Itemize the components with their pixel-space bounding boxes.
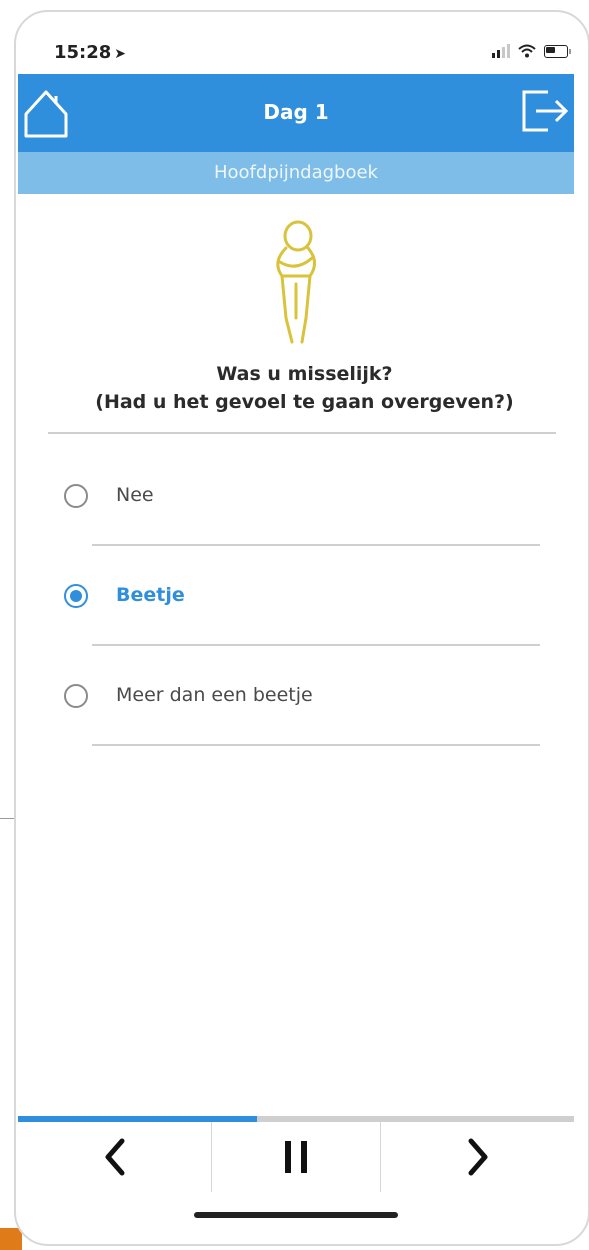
next-button[interactable] [380,1122,574,1192]
radio-meer[interactable] [64,684,88,708]
status-icons [492,44,571,58]
option-divider [92,744,540,746]
location-icon: ➤ [114,46,127,62]
question-line-1: Was u misselijk? [216,363,393,385]
chevron-left-icon [105,1138,124,1176]
pause-icon [285,1141,307,1173]
wifi-icon [518,44,536,58]
option-beetje[interactable]: Beetje [60,568,560,628]
app-header: Dag 1 [18,74,574,152]
option-nee[interactable]: Nee [60,468,560,528]
option-label-meer: Meer dan een beetje [116,684,313,706]
exit-icon[interactable] [518,86,572,136]
chevron-right-icon [468,1138,487,1176]
option-label-beetje: Beetje [116,584,185,606]
question-text: Was u misselijk? (Had u het gevoel te ga… [40,360,569,416]
home-indicator [194,1212,398,1218]
signal-icon [492,44,510,58]
option-label-nee: Nee [116,484,154,506]
option-meer[interactable]: Meer dan een beetje [60,668,560,728]
battery-icon [544,44,571,58]
nauseous-person-icon [276,220,316,344]
radio-beetje[interactable] [64,584,88,608]
bottom-nav [18,1122,574,1192]
status-time: 15:28 ➤ [54,42,126,63]
option-divider [92,644,540,646]
previous-button[interactable] [18,1122,211,1192]
clock: 15:28 [54,42,112,63]
phone-frame: 15:28 ➤ [14,10,589,1246]
page-title: Dag 1 [263,100,329,124]
pause-button[interactable] [211,1122,380,1192]
question-line-2: (Had u het gevoel te gaan overgeven?) [95,391,514,413]
radio-nee[interactable] [64,484,88,508]
question-divider [48,432,556,434]
background-accent [0,1228,22,1250]
option-divider [92,544,540,546]
subheader: Hoofdpijndagboek [18,152,574,194]
